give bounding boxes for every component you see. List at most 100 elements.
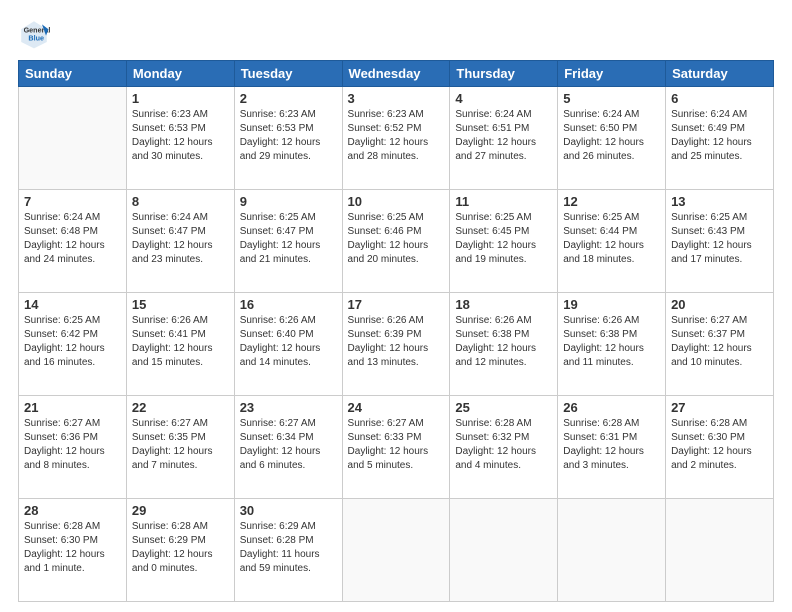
- page: General Blue SundayMondayTuesdayWednesda…: [0, 0, 792, 612]
- day-number: 9: [240, 194, 337, 209]
- calendar-cell: 26 Sunrise: 6:28 AMSunset: 6:31 PMDayligh…: [558, 396, 666, 499]
- calendar-cell: 2 Sunrise: 6:23 AMSunset: 6:53 PMDaylight…: [234, 87, 342, 190]
- calendar-cell: 29 Sunrise: 6:28 AMSunset: 6:29 PMDayligh…: [126, 499, 234, 602]
- calendar-cell: 14 Sunrise: 6:25 AMSunset: 6:42 PMDayligh…: [19, 293, 127, 396]
- day-info: Sunrise: 6:28 AMSunset: 6:30 PMDaylight:…: [24, 520, 121, 576]
- calendar-cell: 25Sunrise: 6:28 AMSunset: 6:32 PMDayligh…: [450, 396, 558, 499]
- day-info: Sunrise: 6:24 AMSunset: 6:50 PMDaylight:…: [563, 108, 660, 164]
- calendar-cell: 23Sunrise: 6:27 AMSunset: 6:34 PMDayligh…: [234, 396, 342, 499]
- day-number: 1: [132, 91, 229, 106]
- day-info: Sunrise: 6:25 AMSunset: 6:45 PMDaylight:…: [455, 211, 552, 267]
- day-number: 16: [240, 297, 337, 312]
- day-info: Sunrise: 6:28 AMSunset: 6:31 PMDaylight:…: [563, 417, 660, 473]
- day-info: Sunrise: 6:27 AMSunset: 6:33 PMDaylight:…: [348, 417, 445, 473]
- day-info: Sunrise: 6:28 AMSunset: 6:30 PMDaylight:…: [671, 417, 768, 473]
- day-info: Sunrise: 6:24 AMSunset: 6:51 PMDaylight:…: [455, 108, 552, 164]
- day-info: Sunrise: 6:26 AMSunset: 6:41 PMDaylight:…: [132, 314, 229, 370]
- calendar-cell: 16 Sunrise: 6:26 AMSunset: 6:40 PMDayligh…: [234, 293, 342, 396]
- day-number: 24: [348, 400, 445, 415]
- calendar-cell: 8 Sunrise: 6:24 AMSunset: 6:47 PMDaylight…: [126, 190, 234, 293]
- day-number: 28: [24, 503, 121, 518]
- day-number: 14: [24, 297, 121, 312]
- calendar-cell: 11 Sunrise: 6:25 AMSunset: 6:45 PMDayligh…: [450, 190, 558, 293]
- calendar-cell: 10 Sunrise: 6:25 AMSunset: 6:46 PMDayligh…: [342, 190, 450, 293]
- calendar-cell: 24 Sunrise: 6:27 AMSunset: 6:33 PMDayligh…: [342, 396, 450, 499]
- calendar-cell: 30Sunrise: 6:29 AMSunset: 6:28 PMDayligh…: [234, 499, 342, 602]
- weekday-header-tuesday: Tuesday: [234, 61, 342, 87]
- day-info: Sunrise: 6:28 AMSunset: 6:32 PMDaylight:…: [455, 417, 552, 473]
- day-number: 5: [563, 91, 660, 106]
- day-info: Sunrise: 6:24 AMSunset: 6:48 PMDaylight:…: [24, 211, 121, 267]
- logo: General Blue: [18, 18, 54, 50]
- calendar-cell: 28 Sunrise: 6:28 AMSunset: 6:30 PMDayligh…: [19, 499, 127, 602]
- day-info: Sunrise: 6:27 AMSunset: 6:37 PMDaylight:…: [671, 314, 768, 370]
- weekday-header-saturday: Saturday: [666, 61, 774, 87]
- calendar-cell: [450, 499, 558, 602]
- calendar-cell: 19 Sunrise: 6:26 AMSunset: 6:38 PMDayligh…: [558, 293, 666, 396]
- calendar-cell: 18 Sunrise: 6:26 AMSunset: 6:38 PMDayligh…: [450, 293, 558, 396]
- day-info: Sunrise: 6:24 AMSunset: 6:49 PMDaylight:…: [671, 108, 768, 164]
- calendar-cell: 15 Sunrise: 6:26 AMSunset: 6:41 PMDayligh…: [126, 293, 234, 396]
- day-number: 19: [563, 297, 660, 312]
- weekday-header-sunday: Sunday: [19, 61, 127, 87]
- day-info: Sunrise: 6:26 AMSunset: 6:38 PMDaylight:…: [455, 314, 552, 370]
- calendar-cell: [342, 499, 450, 602]
- calendar-cell: 12 Sunrise: 6:25 AMSunset: 6:44 PMDayligh…: [558, 190, 666, 293]
- day-info: Sunrise: 6:23 AMSunset: 6:53 PMDaylight:…: [240, 108, 337, 164]
- day-info: Sunrise: 6:23 AMSunset: 6:53 PMDaylight:…: [132, 108, 229, 164]
- day-info: Sunrise: 6:26 AMSunset: 6:38 PMDaylight:…: [563, 314, 660, 370]
- day-number: 26: [563, 400, 660, 415]
- calendar-cell: 6Sunrise: 6:24 AMSunset: 6:49 PMDaylight…: [666, 87, 774, 190]
- day-info: Sunrise: 6:25 AMSunset: 6:43 PMDaylight:…: [671, 211, 768, 267]
- weekday-header-wednesday: Wednesday: [342, 61, 450, 87]
- day-number: 27: [671, 400, 768, 415]
- header: General Blue: [18, 18, 774, 50]
- day-number: 11: [455, 194, 552, 209]
- calendar-table: SundayMondayTuesdayWednesdayThursdayFrid…: [18, 60, 774, 602]
- calendar-cell: [19, 87, 127, 190]
- day-number: 4: [455, 91, 552, 106]
- day-info: Sunrise: 6:27 AMSunset: 6:34 PMDaylight:…: [240, 417, 337, 473]
- calendar-cell: 3 Sunrise: 6:23 AMSunset: 6:52 PMDaylight…: [342, 87, 450, 190]
- day-info: Sunrise: 6:25 AMSunset: 6:47 PMDaylight:…: [240, 211, 337, 267]
- day-number: 10: [348, 194, 445, 209]
- day-info: Sunrise: 6:25 AMSunset: 6:46 PMDaylight:…: [348, 211, 445, 267]
- day-number: 22: [132, 400, 229, 415]
- calendar-cell: 20 Sunrise: 6:27 AMSunset: 6:37 PMDayligh…: [666, 293, 774, 396]
- svg-text:Blue: Blue: [28, 33, 44, 42]
- day-info: Sunrise: 6:28 AMSunset: 6:29 PMDaylight:…: [132, 520, 229, 576]
- day-number: 18: [455, 297, 552, 312]
- day-info: Sunrise: 6:25 AMSunset: 6:42 PMDaylight:…: [24, 314, 121, 370]
- day-info: Sunrise: 6:24 AMSunset: 6:47 PMDaylight:…: [132, 211, 229, 267]
- day-number: 13: [671, 194, 768, 209]
- calendar-cell: 1 Sunrise: 6:23 AMSunset: 6:53 PMDaylight…: [126, 87, 234, 190]
- calendar-cell: 21Sunrise: 6:27 AMSunset: 6:36 PMDayligh…: [19, 396, 127, 499]
- calendar-cell: 9 Sunrise: 6:25 AMSunset: 6:47 PMDaylight…: [234, 190, 342, 293]
- weekday-header-friday: Friday: [558, 61, 666, 87]
- calendar-cell: [666, 499, 774, 602]
- day-number: 8: [132, 194, 229, 209]
- day-info: Sunrise: 6:26 AMSunset: 6:40 PMDaylight:…: [240, 314, 337, 370]
- day-number: 30: [240, 503, 337, 518]
- day-number: 3: [348, 91, 445, 106]
- calendar-cell: 5 Sunrise: 6:24 AMSunset: 6:50 PMDaylight…: [558, 87, 666, 190]
- day-info: Sunrise: 6:23 AMSunset: 6:52 PMDaylight:…: [348, 108, 445, 164]
- day-number: 12: [563, 194, 660, 209]
- day-number: 2: [240, 91, 337, 106]
- calendar-week-row: 7Sunrise: 6:24 AMSunset: 6:48 PMDaylight…: [19, 190, 774, 293]
- calendar-cell: 13 Sunrise: 6:25 AMSunset: 6:43 PMDayligh…: [666, 190, 774, 293]
- day-number: 20: [671, 297, 768, 312]
- logo-icon: General Blue: [18, 18, 50, 50]
- calendar-cell: 4 Sunrise: 6:24 AMSunset: 6:51 PMDaylight…: [450, 87, 558, 190]
- weekday-header-monday: Monday: [126, 61, 234, 87]
- calendar-week-row: 1 Sunrise: 6:23 AMSunset: 6:53 PMDaylight…: [19, 87, 774, 190]
- calendar-cell: [558, 499, 666, 602]
- calendar-cell: 22Sunrise: 6:27 AMSunset: 6:35 PMDayligh…: [126, 396, 234, 499]
- day-number: 29: [132, 503, 229, 518]
- calendar-cell: 7Sunrise: 6:24 AMSunset: 6:48 PMDaylight…: [19, 190, 127, 293]
- day-number: 15: [132, 297, 229, 312]
- day-info: Sunrise: 6:25 AMSunset: 6:44 PMDaylight:…: [563, 211, 660, 267]
- day-number: 21: [24, 400, 121, 415]
- calendar-week-row: 21Sunrise: 6:27 AMSunset: 6:36 PMDayligh…: [19, 396, 774, 499]
- calendar-cell: 27 Sunrise: 6:28 AMSunset: 6:30 PMDayligh…: [666, 396, 774, 499]
